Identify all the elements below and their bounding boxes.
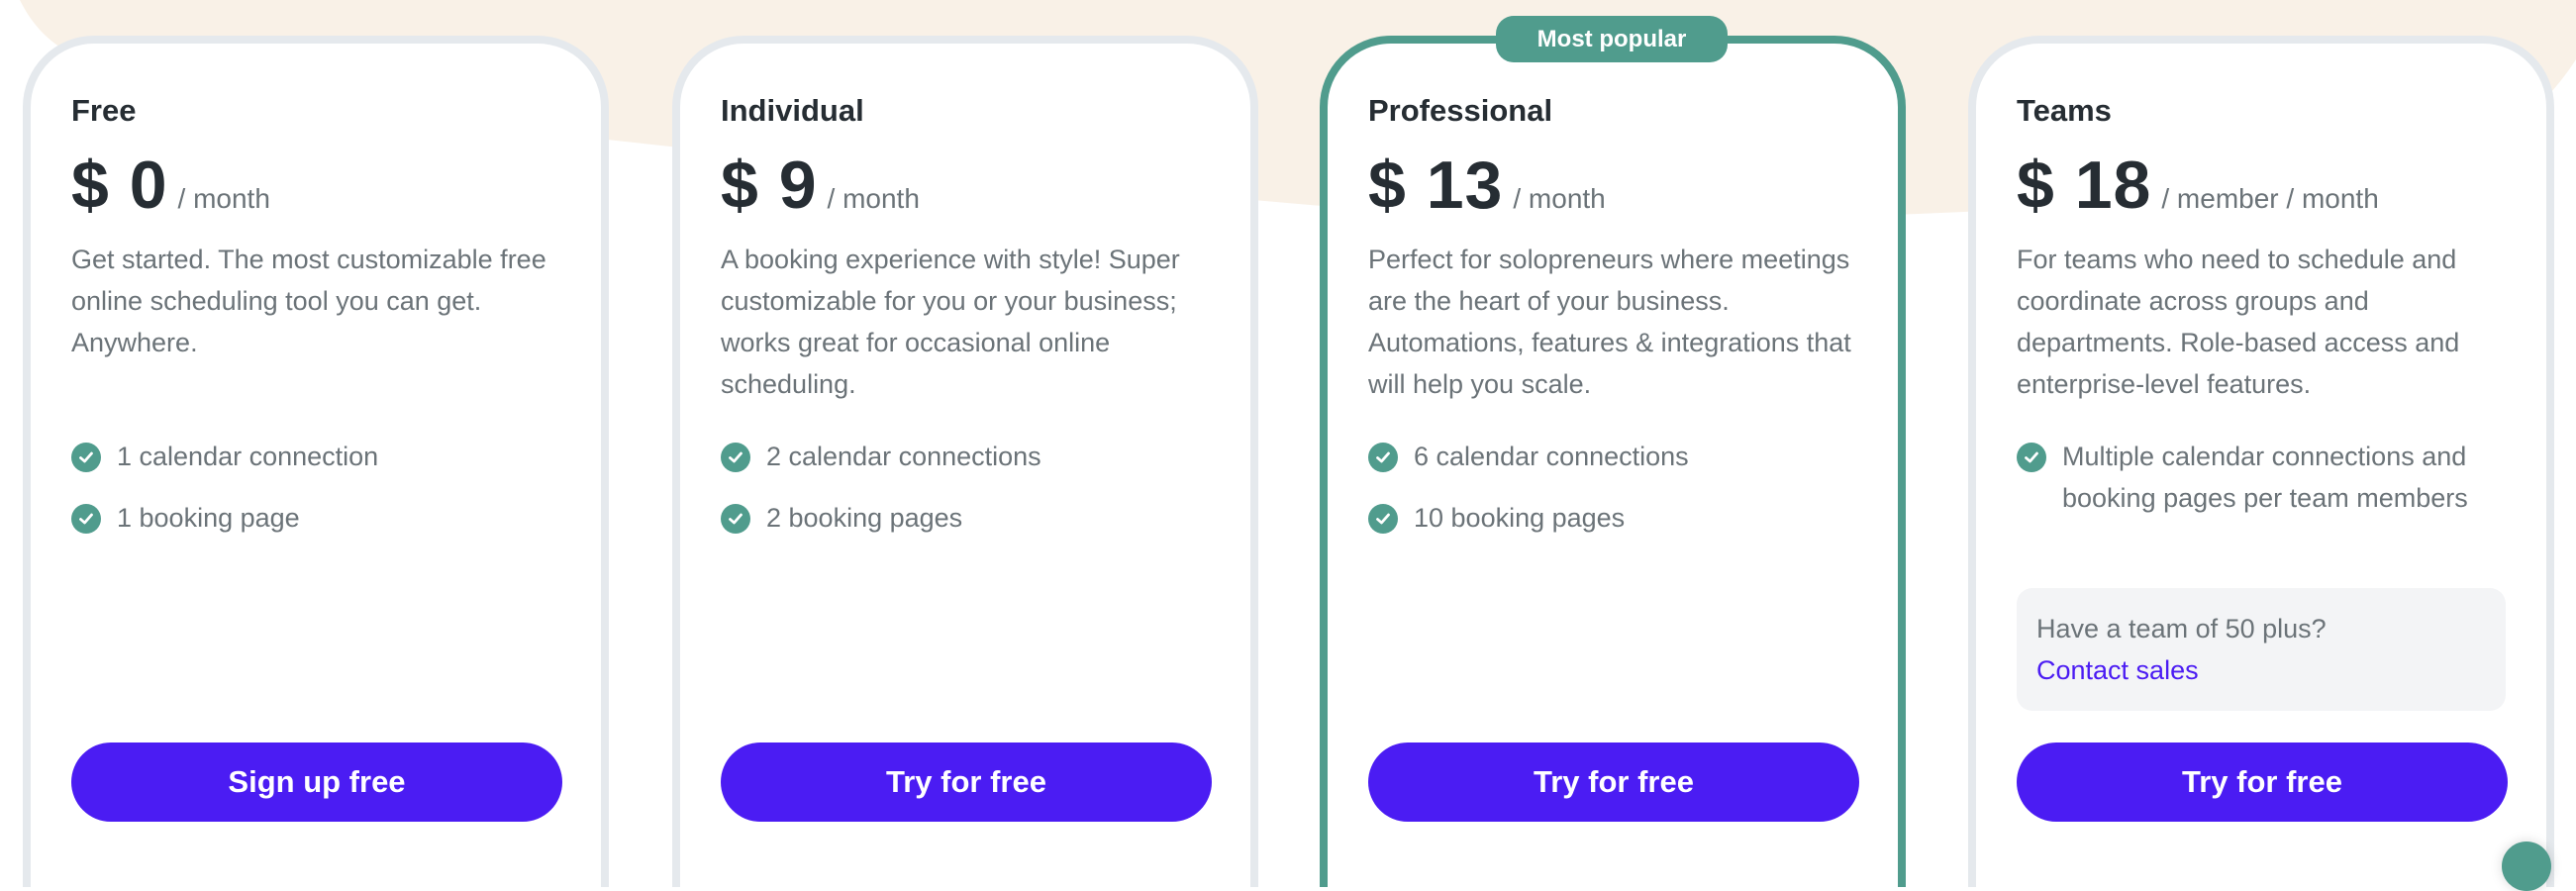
price-row: $ 13 / month	[1368, 147, 1606, 224]
plan-name: Professional	[1368, 93, 1553, 128]
plan-card-teams: Teams $ 18 / member / month For teams who…	[1968, 36, 2554, 887]
team-size-question: Have a team of 50 plus?	[2036, 614, 2327, 644]
plan-card-free: Free $ 0 / month Get started. The most cu…	[23, 36, 609, 887]
feature-list: 1 calendar connection 1 booking page	[71, 436, 566, 558]
plan-name: Individual	[721, 93, 864, 128]
feature-label: 10 booking pages	[1414, 503, 1626, 533]
plan-price: $ 0	[71, 148, 168, 223]
check-circle-icon	[2017, 443, 2046, 472]
feature-label: 2 booking pages	[766, 503, 963, 533]
price-unit: / month	[177, 183, 270, 214]
plan-description: A booking experience with style! Super c…	[721, 245, 1180, 399]
plan-description: Perfect for solopreneurs where meetings …	[1368, 245, 1851, 399]
feature-list: 6 calendar connections 10 booking pages	[1368, 436, 1863, 558]
plan-description: For teams who need to schedule and coord…	[2017, 245, 2460, 399]
plan-price: $ 18	[2017, 148, 2152, 223]
feature-item: 2 booking pages	[721, 497, 1216, 539]
feature-item: 10 booking pages	[1368, 497, 1863, 539]
feature-item: Multiple calendar connections and bookin…	[2017, 436, 2498, 519]
price-unit: / month	[1513, 183, 1606, 214]
feature-item: 1 calendar connection	[71, 436, 566, 477]
check-circle-icon	[721, 443, 750, 472]
try-for-free-button-teams[interactable]: Try for free	[2017, 742, 2508, 822]
feature-label: Multiple calendar connections and bookin…	[2062, 442, 2468, 513]
plan-price: $ 13	[1368, 148, 1504, 223]
check-circle-icon	[1368, 504, 1398, 534]
plan-description: Get started. The most customizable free …	[71, 245, 546, 357]
most-popular-badge: Most popular	[1496, 16, 1728, 62]
price-row: $ 9 / month	[721, 147, 920, 224]
feature-label: 1 booking page	[117, 503, 300, 533]
price-row: $ 18 / member / month	[2017, 147, 2379, 224]
check-circle-icon	[71, 443, 101, 472]
feature-item: 1 booking page	[71, 497, 566, 539]
sign-up-free-button[interactable]: Sign up free	[71, 742, 562, 822]
feature-label: 6 calendar connections	[1414, 442, 1689, 471]
plan-name: Free	[71, 93, 137, 128]
contact-sales-box: Have a team of 50 plus? Contact sales	[2017, 588, 2506, 711]
contact-sales-link[interactable]: Contact sales	[2036, 649, 2486, 691]
plan-card-professional: Professional $ 13 / month Perfect for sol…	[1320, 36, 1906, 887]
feature-item: 2 calendar connections	[721, 436, 1216, 477]
feature-label: 2 calendar connections	[766, 442, 1041, 471]
price-unit: / member / month	[2161, 183, 2379, 214]
plan-price: $ 9	[721, 148, 818, 223]
try-for-free-button-professional[interactable]: Try for free	[1368, 742, 1859, 822]
check-circle-icon	[1368, 443, 1398, 472]
feature-label: 1 calendar connection	[117, 442, 379, 471]
feature-list: 2 calendar connections 2 booking pages	[721, 436, 1216, 558]
price-row: $ 0 / month	[71, 147, 270, 224]
check-circle-icon	[71, 504, 101, 534]
feature-list: Multiple calendar connections and bookin…	[2017, 436, 2512, 539]
plan-name: Teams	[2017, 93, 2112, 128]
plan-card-individual: Individual $ 9 / month A booking experien…	[672, 36, 1258, 887]
chat-widget-icon[interactable]	[2502, 842, 2551, 891]
price-unit: / month	[827, 183, 920, 214]
check-circle-icon	[721, 504, 750, 534]
feature-item: 6 calendar connections	[1368, 436, 1863, 477]
try-for-free-button-individual[interactable]: Try for free	[721, 742, 1212, 822]
